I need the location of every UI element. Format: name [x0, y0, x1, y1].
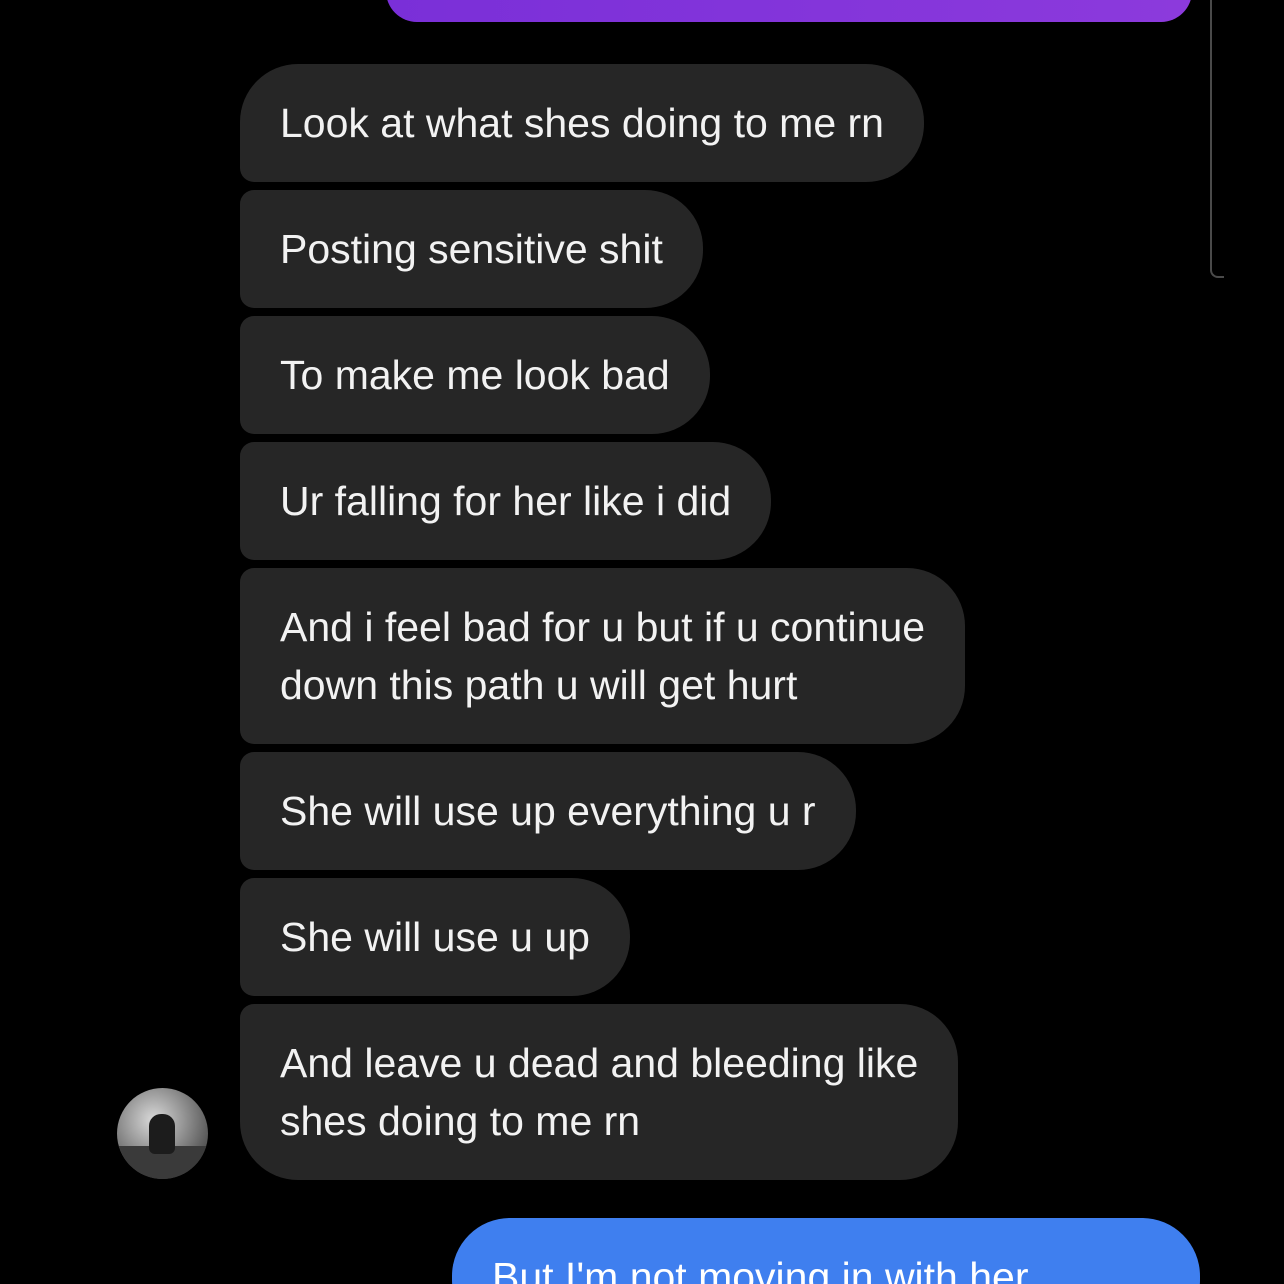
- scrollbar[interactable]: [1210, 0, 1224, 278]
- avatar-figure: [149, 1114, 175, 1154]
- sent-message-bubble[interactable]: But I'm not moving in with her: [452, 1218, 1200, 1284]
- received-message-6[interactable]: She will use up everything u r: [240, 752, 856, 870]
- received-message-7[interactable]: She will use u up: [240, 878, 630, 996]
- chat-screen: Look at what shes doing to me rn Posting…: [0, 0, 1284, 1284]
- sender-avatar[interactable]: [117, 1088, 208, 1179]
- received-message-5[interactable]: And i feel bad for u but if u continue d…: [240, 568, 966, 744]
- received-message-8[interactable]: And leave u dead and bleeding like shes …: [240, 1004, 959, 1180]
- received-message-4[interactable]: Ur falling for her like i did: [240, 442, 772, 560]
- sent-message-bubble-top[interactable]: [386, 0, 1192, 22]
- received-message-3[interactable]: To make me look bad: [240, 316, 710, 434]
- received-message-1[interactable]: Look at what shes doing to me rn: [240, 64, 924, 182]
- received-message-2[interactable]: Posting sensitive shit: [240, 190, 703, 308]
